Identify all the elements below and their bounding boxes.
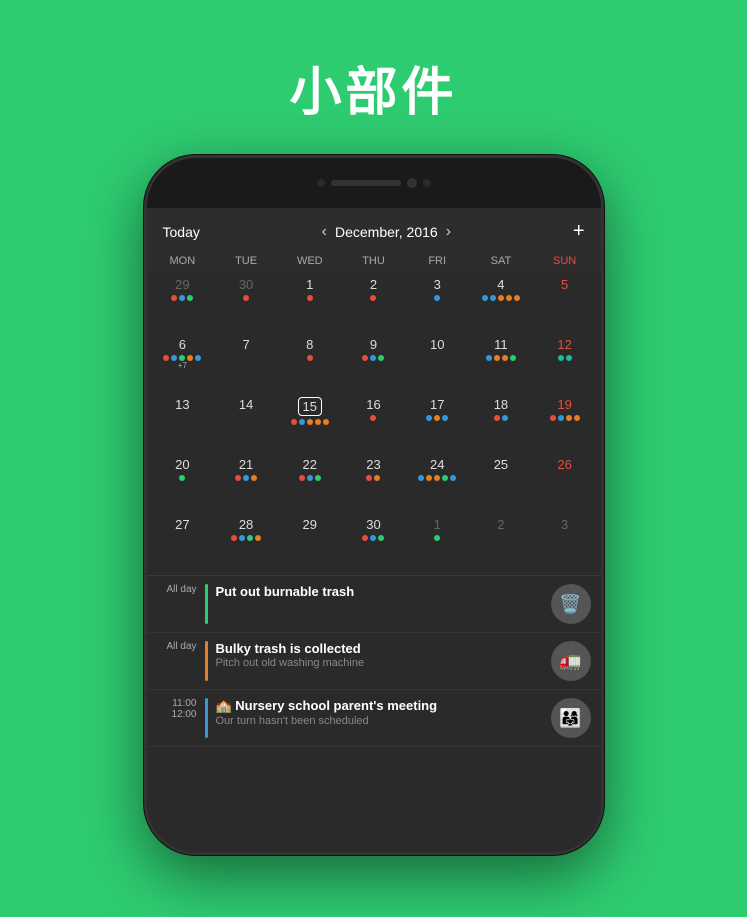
calendar-cell[interactable]: 24 <box>405 453 469 513</box>
event-content: Bulky trash is collectedPitch out old wa… <box>216 641 543 669</box>
page-title: 小部件 <box>289 50 457 125</box>
event-avatar: 👨‍👩‍👧 <box>551 698 591 738</box>
event-subtitle: Our turn hasn't been scheduled <box>216 715 543 727</box>
calendar-cell[interactable]: 29 <box>278 513 342 573</box>
calendar-cell[interactable]: 2 <box>342 273 406 333</box>
day-header-wed: WED <box>278 251 342 271</box>
event-color-bar <box>205 698 208 738</box>
calendar-cell[interactable]: 20 <box>151 453 215 513</box>
next-month-button[interactable]: › <box>446 223 451 241</box>
speaker <box>331 180 401 186</box>
calendar-cell[interactable]: 2 <box>469 513 533 573</box>
calendar-cell[interactable]: 9 <box>342 333 406 393</box>
calendar-cell[interactable]: 26 <box>533 453 597 513</box>
event-title: Put out burnable trash <box>216 584 543 599</box>
calendar-cell[interactable]: 4 <box>469 273 533 333</box>
camera-area <box>317 178 431 188</box>
calendar-cell[interactable]: 8 <box>278 333 342 393</box>
event-color-bar <box>205 641 208 681</box>
event-content: 🏫 Nursery school parent's meetingOur tur… <box>216 698 543 727</box>
day-header-mon: MON <box>151 251 215 271</box>
event-content: Put out burnable trash <box>216 584 543 599</box>
calendar-cell[interactable]: 23 <box>342 453 406 513</box>
camera-dot <box>407 178 417 188</box>
calendar-cell[interactable]: 22 <box>278 453 342 513</box>
event-time-end: 12:00 <box>157 709 197 720</box>
calendar-cell[interactable]: 6+7 <box>151 333 215 393</box>
calendar-cell[interactable]: 30 <box>214 273 278 333</box>
day-headers: MON TUE WED THU FRI SAT SUN <box>147 251 601 271</box>
event-title: Bulky trash is collected <box>216 641 543 656</box>
calendar-cell[interactable]: 11 <box>469 333 533 393</box>
day-header-thu: THU <box>342 251 406 271</box>
event-list: All day Put out burnable trash 🗑️ All day Bu… <box>147 575 601 852</box>
month-label: December, 2016 <box>335 224 438 240</box>
event-title: 🏫 Nursery school parent's meeting <box>216 698 543 714</box>
event-subtitle: Pitch out old washing machine <box>216 657 543 669</box>
calendar-cell[interactable]: 12 <box>533 333 597 393</box>
calendar-cell[interactable]: 18 <box>469 393 533 453</box>
day-header-sat: SAT <box>469 251 533 271</box>
event-item[interactable]: 11:0012:00 🏫 Nursery school parent's meet… <box>147 690 601 747</box>
phone-mockup: Today ‹ December, 2016 › + MON TUE WED T… <box>144 155 604 855</box>
add-event-button[interactable]: + <box>573 220 585 243</box>
sensor-dot-2 <box>423 179 431 187</box>
day-header-tue: TUE <box>214 251 278 271</box>
event-item[interactable]: All day Put out burnable trash 🗑️ <box>147 576 601 633</box>
calendar-header: Today ‹ December, 2016 › + <box>147 208 601 251</box>
calendar-cell[interactable]: 15 <box>278 393 342 453</box>
calendar-cell[interactable]: 28 <box>214 513 278 573</box>
calendar-cell[interactable]: 7 <box>214 333 278 393</box>
calendar-cell[interactable]: 3 <box>405 273 469 333</box>
event-time: All day <box>157 584 197 595</box>
phone-frame: Today ‹ December, 2016 › + MON TUE WED T… <box>144 155 604 855</box>
calendar-cell[interactable]: 21 <box>214 453 278 513</box>
calendar-cell[interactable]: 17 <box>405 393 469 453</box>
event-time: All day <box>157 641 197 652</box>
calendar-cell[interactable]: 14 <box>214 393 278 453</box>
today-button[interactable]: Today <box>163 224 200 240</box>
sensor-dot <box>317 179 325 187</box>
phone-top-bar <box>147 158 601 208</box>
calendar-cell[interactable]: 25 <box>469 453 533 513</box>
calendar-nav: ‹ December, 2016 › <box>322 223 451 241</box>
calendar-grid: 2930123456+77891011121314151617181920212… <box>147 271 601 575</box>
calendar-cell[interactable]: 19 <box>533 393 597 453</box>
event-item[interactable]: All day Bulky trash is collectedPitch out… <box>147 633 601 690</box>
calendar-cell[interactable]: 27 <box>151 513 215 573</box>
calendar-cell[interactable]: 5 <box>533 273 597 333</box>
calendar-cell[interactable]: 29 <box>151 273 215 333</box>
day-header-sun: SUN <box>533 251 597 271</box>
event-color-bar <box>205 584 208 624</box>
calendar-cell[interactable]: 10 <box>405 333 469 393</box>
event-avatar: 🗑️ <box>551 584 591 624</box>
calendar-cell[interactable]: 1 <box>405 513 469 573</box>
calendar-cell[interactable]: 3 <box>533 513 597 573</box>
prev-month-button[interactable]: ‹ <box>322 223 327 241</box>
event-avatar: 🚛 <box>551 641 591 681</box>
calendar-cell[interactable]: 30 <box>342 513 406 573</box>
calendar-cell[interactable]: 13 <box>151 393 215 453</box>
calendar-cell[interactable]: 1 <box>278 273 342 333</box>
phone-screen: Today ‹ December, 2016 › + MON TUE WED T… <box>147 208 601 852</box>
day-header-fri: FRI <box>405 251 469 271</box>
calendar-cell[interactable]: 16 <box>342 393 406 453</box>
event-time: 11:00 <box>157 698 197 709</box>
